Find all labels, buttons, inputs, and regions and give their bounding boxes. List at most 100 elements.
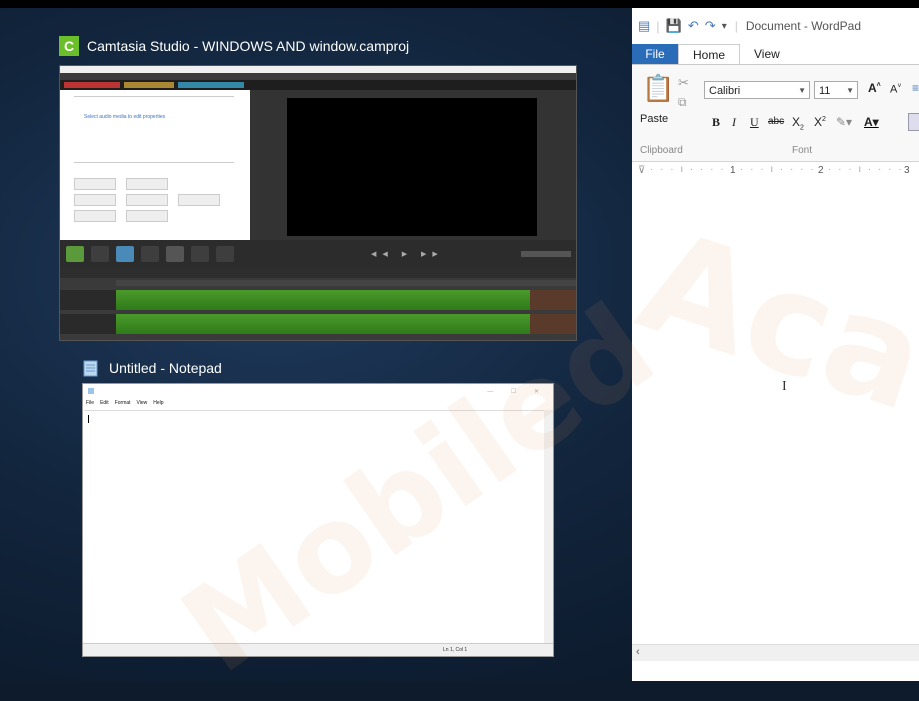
track-1 [60, 314, 576, 334]
text-caret [88, 415, 89, 423]
desktop-background: C Camtasia Studio - WINDOWS AND window.c… [0, 0, 919, 701]
time-display [520, 251, 571, 257]
camtasia-preview [250, 90, 576, 240]
notepad-titlebar: — ☐ ✕ [83, 384, 553, 398]
customize-dropdown-icon[interactable]: ▾ [722, 21, 727, 32]
properties-hint: Select audio media to edit properties [84, 114, 166, 120]
menu-edit: Edit [100, 400, 109, 406]
import-media-button [124, 82, 174, 88]
transitions-tool [191, 246, 209, 262]
scroll-left-icon[interactable]: ‹ [636, 646, 640, 658]
property-button [74, 178, 116, 190]
ruler-mark-3: 3 [904, 165, 910, 176]
ruler-mark-1: 1 [730, 165, 736, 176]
menu-help: Help [153, 400, 164, 406]
ribbon-home: 📋 Paste ✂ ⧉ Clipboard Calibri ▼ 11 ▼ A˄ A˅… [632, 64, 919, 162]
audio-clip [116, 314, 530, 334]
underline-icon[interactable]: U [750, 115, 759, 130]
camtasia-properties-panel: Select audio media to edit properties [60, 90, 250, 240]
menu-file: File [86, 400, 95, 406]
notepad-titlebar-icon [88, 388, 94, 394]
camtasia-tools-bar: ◀◀ ▶ ▶▶ [60, 240, 576, 268]
cursor-position: Ln 1, Col 1 [443, 647, 468, 653]
tab-view[interactable]: View [740, 44, 794, 64]
menu-format: Format [114, 400, 131, 406]
property-button [178, 194, 220, 206]
property-button [74, 194, 116, 206]
superscript-icon[interactable]: X2 [814, 115, 826, 129]
text-cursor-icon: I [782, 379, 787, 394]
bold-icon[interactable]: B [712, 115, 720, 130]
tab-file[interactable]: File [632, 44, 678, 64]
wordpad-title: Document - WordPad [745, 19, 862, 33]
strikethrough-icon[interactable]: abc [768, 116, 784, 127]
notepad-menubar: File Edit Format View Help [83, 398, 553, 408]
camtasia-menubar [60, 73, 576, 80]
align-icon[interactable] [908, 113, 919, 131]
subscript-icon[interactable]: X2 [792, 115, 804, 131]
tab-home[interactable]: Home [678, 44, 741, 64]
wordpad-statusbar [632, 661, 919, 681]
ruler: ⊽ · · · ı · · · · 1 · · · ı · · · · 2 · … [632, 162, 919, 183]
record-screen-button [64, 82, 120, 88]
audio-tool [166, 246, 184, 262]
video-clip [530, 290, 576, 310]
window-controls: — ☐ ✕ [487, 388, 547, 395]
property-button [74, 210, 116, 222]
clipboard-group-label: Clipboard [640, 145, 683, 156]
italic-icon[interactable]: I [732, 115, 736, 130]
undo-icon[interactable]: ↶ [688, 18, 699, 34]
horizontal-scrollbar[interactable]: ‹ [632, 644, 919, 662]
library-tool [91, 246, 109, 262]
redo-icon[interactable]: ↷ [705, 18, 716, 34]
notepad-title-text: Untitled - Notepad [109, 360, 222, 376]
more-tool [216, 246, 234, 262]
produce-share-button [178, 82, 244, 88]
font-family-select[interactable]: Calibri ▼ [704, 81, 810, 99]
menu-view: View [136, 400, 148, 406]
property-button [126, 194, 168, 206]
font-size-select[interactable]: 11 ▼ [814, 81, 858, 99]
paste-icon[interactable]: 📋 [642, 73, 674, 104]
wordpad-titlebar: ▤ | 💾 ↶ ↷ ▾ | Document - WordPad [632, 8, 919, 44]
camtasia-timeline [60, 268, 576, 340]
callouts-tool [116, 246, 134, 262]
notepad-scrollbar [544, 410, 553, 644]
track-2 [60, 290, 576, 310]
grow-font-icon[interactable]: A˄ [868, 81, 881, 95]
notepad-window-thumbnail[interactable]: — ☐ ✕ File Edit Format View Help Ln 1, C… [82, 383, 554, 657]
wordpad-document-area[interactable]: I [632, 181, 919, 644]
wordpad-window[interactable]: ▤ | 💾 ↶ ↷ ▾ | Document - WordPad File Ho… [632, 8, 919, 681]
camtasia-window-label[interactable]: C Camtasia Studio - WINDOWS AND window.c… [59, 36, 409, 56]
camtasia-toolbar [60, 80, 576, 90]
notepad-text-area [84, 410, 544, 644]
preview-canvas [287, 98, 537, 236]
font-group-label: Font [792, 145, 813, 156]
timeline-ruler [116, 280, 576, 286]
clip-bin-tool [66, 246, 84, 262]
audio-clip [116, 290, 530, 310]
font-color-icon[interactable]: A▾ [864, 115, 879, 129]
indent-marker[interactable]: ⊽ [638, 165, 645, 176]
timeline-toolbar [60, 268, 576, 278]
shrink-font-icon[interactable]: A˅ [890, 83, 901, 96]
cut-icon[interactable]: ✂ [678, 75, 689, 91]
ruler-mark-2: 2 [818, 165, 824, 176]
camtasia-window-thumbnail[interactable]: Select audio media to edit properties ◀◀… [59, 65, 577, 341]
property-button [126, 210, 168, 222]
paragraph-icon[interactable]: ≡ [912, 81, 919, 95]
save-icon[interactable]: 💾 [666, 18, 682, 34]
camtasia-titlebar [60, 66, 576, 73]
ribbon-tabs: File Home View [632, 44, 919, 64]
highlight-icon[interactable]: ✎▾ [836, 115, 852, 129]
quick-access-toolbar: ▤ | 💾 ↶ ↷ ▾ [638, 18, 727, 34]
top-bar [0, 0, 919, 8]
wordpad-app-icon: ▤ [638, 18, 651, 33]
notepad-window-label[interactable]: Untitled - Notepad [81, 358, 222, 378]
camtasia-icon: C [59, 36, 79, 56]
paste-button[interactable]: Paste [640, 113, 668, 125]
copy-icon[interactable]: ⧉ [678, 95, 687, 110]
property-button [126, 178, 168, 190]
playback-controls: ◀◀ ▶ ▶▶ [371, 251, 444, 258]
track-label [60, 290, 116, 310]
